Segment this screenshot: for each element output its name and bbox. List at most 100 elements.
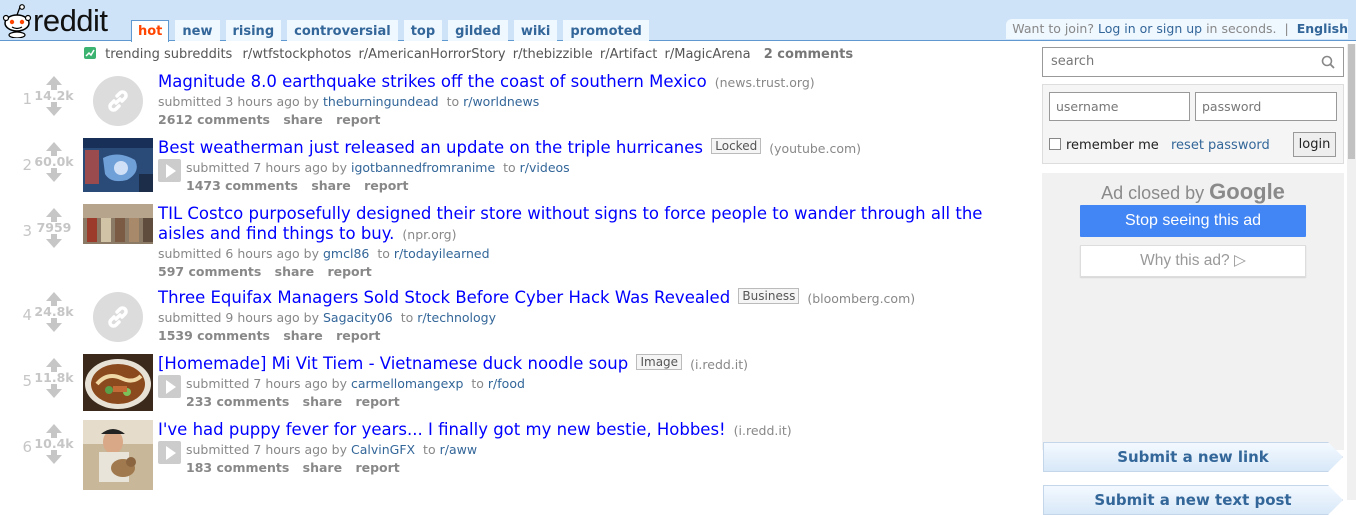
comments-link[interactable]: 597 comments	[158, 264, 261, 279]
checkbox-icon[interactable]	[1049, 138, 1061, 150]
post-thumbnail-image[interactable]	[83, 138, 153, 192]
post-item: 3 7959 TIL Costco purposefully designed …	[0, 204, 1025, 284]
remember-me-checkbox[interactable]: remember me	[1049, 138, 1159, 153]
search-input[interactable]: search	[1042, 47, 1344, 77]
share-button[interactable]: share	[303, 460, 342, 475]
link-thumbnail-icon[interactable]	[93, 76, 143, 126]
share-button[interactable]: share	[275, 264, 314, 279]
subreddit-link[interactable]: r/food	[488, 376, 525, 391]
downvote-arrow-icon[interactable]	[46, 168, 62, 182]
link-thumbnail-icon[interactable]	[93, 292, 143, 342]
author-link[interactable]: gmcl86	[323, 246, 369, 261]
post-thumbnail-image[interactable]	[83, 420, 153, 490]
reddit-alien-logo-icon[interactable]	[2, 2, 32, 38]
author-link[interactable]: Sagacity06	[323, 310, 393, 325]
report-button[interactable]: report	[355, 394, 399, 409]
author-link[interactable]: CalvinGFX	[351, 442, 415, 457]
report-button[interactable]: report	[336, 328, 380, 343]
share-button[interactable]: share	[283, 328, 322, 343]
post-thumbnail-image[interactable]	[83, 204, 153, 244]
post-buttons: 183 comments share report	[186, 459, 477, 477]
downvote-arrow-icon[interactable]	[46, 384, 62, 398]
comments-link[interactable]: 1539 comments	[158, 328, 270, 343]
comments-link[interactable]: 233 comments	[186, 394, 289, 409]
post-domain[interactable]: (youtube.com)	[769, 141, 861, 156]
upvote-arrow-icon[interactable]	[46, 208, 62, 222]
expando-image-icon[interactable]	[158, 441, 181, 464]
reset-password-link[interactable]: reset password	[1171, 138, 1270, 153]
downvote-arrow-icon[interactable]	[46, 234, 62, 248]
post-item: 1 14.2k Magnitude 8.0 earthquake strikes…	[0, 72, 1025, 138]
trending-subreddit-link[interactable]: r/Artifact	[600, 47, 657, 62]
login-button[interactable]: login	[1293, 132, 1336, 157]
post-title-link[interactable]: Three Equifax Managers Sold Stock Before…	[158, 288, 730, 307]
upvote-arrow-icon[interactable]	[46, 142, 62, 156]
upvote-arrow-icon[interactable]	[46, 76, 62, 90]
post-title-link[interactable]: I've had puppy fever for years... I fina…	[158, 420, 726, 439]
downvote-arrow-icon[interactable]	[46, 450, 62, 464]
share-button[interactable]: share	[311, 178, 350, 193]
post-title-link[interactable]: Best weatherman just released an update …	[158, 138, 703, 157]
login-signup-link[interactable]: Log in or sign up	[1098, 21, 1202, 36]
trending-subreddit-link[interactable]: r/AmericanHorrorStory	[358, 47, 505, 62]
scrollbar[interactable]	[1347, 44, 1356, 500]
tab-promoted[interactable]: promoted	[563, 20, 649, 41]
submit-text-post-button[interactable]: Submit a new text post	[1043, 485, 1343, 515]
author-link[interactable]: theburningundead	[323, 94, 439, 109]
password-field[interactable]: password	[1195, 92, 1337, 121]
subreddit-link[interactable]: r/videos	[520, 160, 570, 175]
trending-subreddit-link[interactable]: r/MagicArena	[665, 47, 751, 62]
upvote-arrow-icon[interactable]	[46, 292, 62, 306]
author-link[interactable]: carmellomangexp	[351, 376, 463, 391]
trending-subreddit-link[interactable]: r/wtfstockphotos	[242, 47, 351, 62]
trending-subreddit-link[interactable]: r/thebizzible	[513, 47, 593, 62]
submit-link-button[interactable]: Submit a new link	[1043, 442, 1343, 472]
subreddit-link[interactable]: r/aww	[440, 442, 477, 457]
post-title-link[interactable]: [Homemade] Mi Vit Tiem - Vietnamese duck…	[158, 354, 628, 373]
report-button[interactable]: report	[364, 178, 408, 193]
stop-seeing-ad-button[interactable]: Stop seeing this ad	[1080, 205, 1306, 237]
report-button[interactable]: report	[327, 264, 371, 279]
why-this-ad-button[interactable]: Why this ad? ▷	[1080, 245, 1306, 277]
share-button[interactable]: share	[303, 394, 342, 409]
username-field[interactable]: username	[1049, 92, 1190, 121]
search-icon[interactable]	[1321, 55, 1335, 69]
tab-hot[interactable]: hot	[131, 20, 170, 42]
post-title-link[interactable]: Magnitude 8.0 earthquake strikes off the…	[158, 72, 707, 91]
language-link[interactable]: English	[1297, 21, 1348, 36]
upvote-arrow-icon[interactable]	[46, 424, 62, 438]
tab-rising[interactable]: rising	[225, 20, 282, 41]
upvote-arrow-icon[interactable]	[46, 358, 62, 372]
tab-top[interactable]: top	[403, 20, 443, 41]
post-thumbnail-image[interactable]	[83, 354, 153, 411]
post-domain[interactable]: (i.redd.it)	[734, 423, 792, 438]
tab-controversial[interactable]: controversial	[287, 20, 398, 41]
tab-new[interactable]: new	[175, 20, 220, 41]
report-button[interactable]: report	[336, 112, 380, 127]
post-domain[interactable]: (i.redd.it)	[690, 357, 748, 372]
expando-image-icon[interactable]	[158, 375, 181, 398]
scrollbar-thumb[interactable]	[1348, 44, 1355, 159]
subreddit-link[interactable]: r/worldnews	[463, 94, 539, 109]
post-domain[interactable]: (news.trust.org)	[715, 75, 815, 90]
trending-comments-link[interactable]: 2 comments	[764, 47, 853, 62]
comments-link[interactable]: 2612 comments	[158, 112, 270, 127]
subreddit-link[interactable]: r/technology	[417, 310, 496, 325]
post-domain[interactable]: (bloomberg.com)	[807, 291, 915, 306]
tab-wiki[interactable]: wiki	[513, 20, 558, 41]
post-domain[interactable]: (npr.org)	[402, 227, 456, 242]
tab-gilded[interactable]: gilded	[448, 20, 508, 41]
comments-link[interactable]: 1473 comments	[186, 178, 298, 193]
ad-closed-label: Ad closed by Google	[1042, 179, 1344, 205]
share-button[interactable]: share	[283, 112, 322, 127]
post-title-link[interactable]: TIL Costco purposefully designed their s…	[158, 204, 982, 243]
downvote-arrow-icon[interactable]	[46, 102, 62, 116]
downvote-arrow-icon[interactable]	[46, 318, 62, 332]
reddit-wordmark[interactable]: reddit	[33, 3, 108, 39]
author-link[interactable]: igotbannedfromranime	[351, 160, 495, 175]
post-buttons: 233 comments share report	[186, 393, 525, 411]
report-button[interactable]: report	[355, 460, 399, 475]
subreddit-link[interactable]: r/todayilearned	[394, 246, 490, 261]
comments-link[interactable]: 183 comments	[186, 460, 289, 475]
expando-play-icon[interactable]	[158, 159, 181, 182]
